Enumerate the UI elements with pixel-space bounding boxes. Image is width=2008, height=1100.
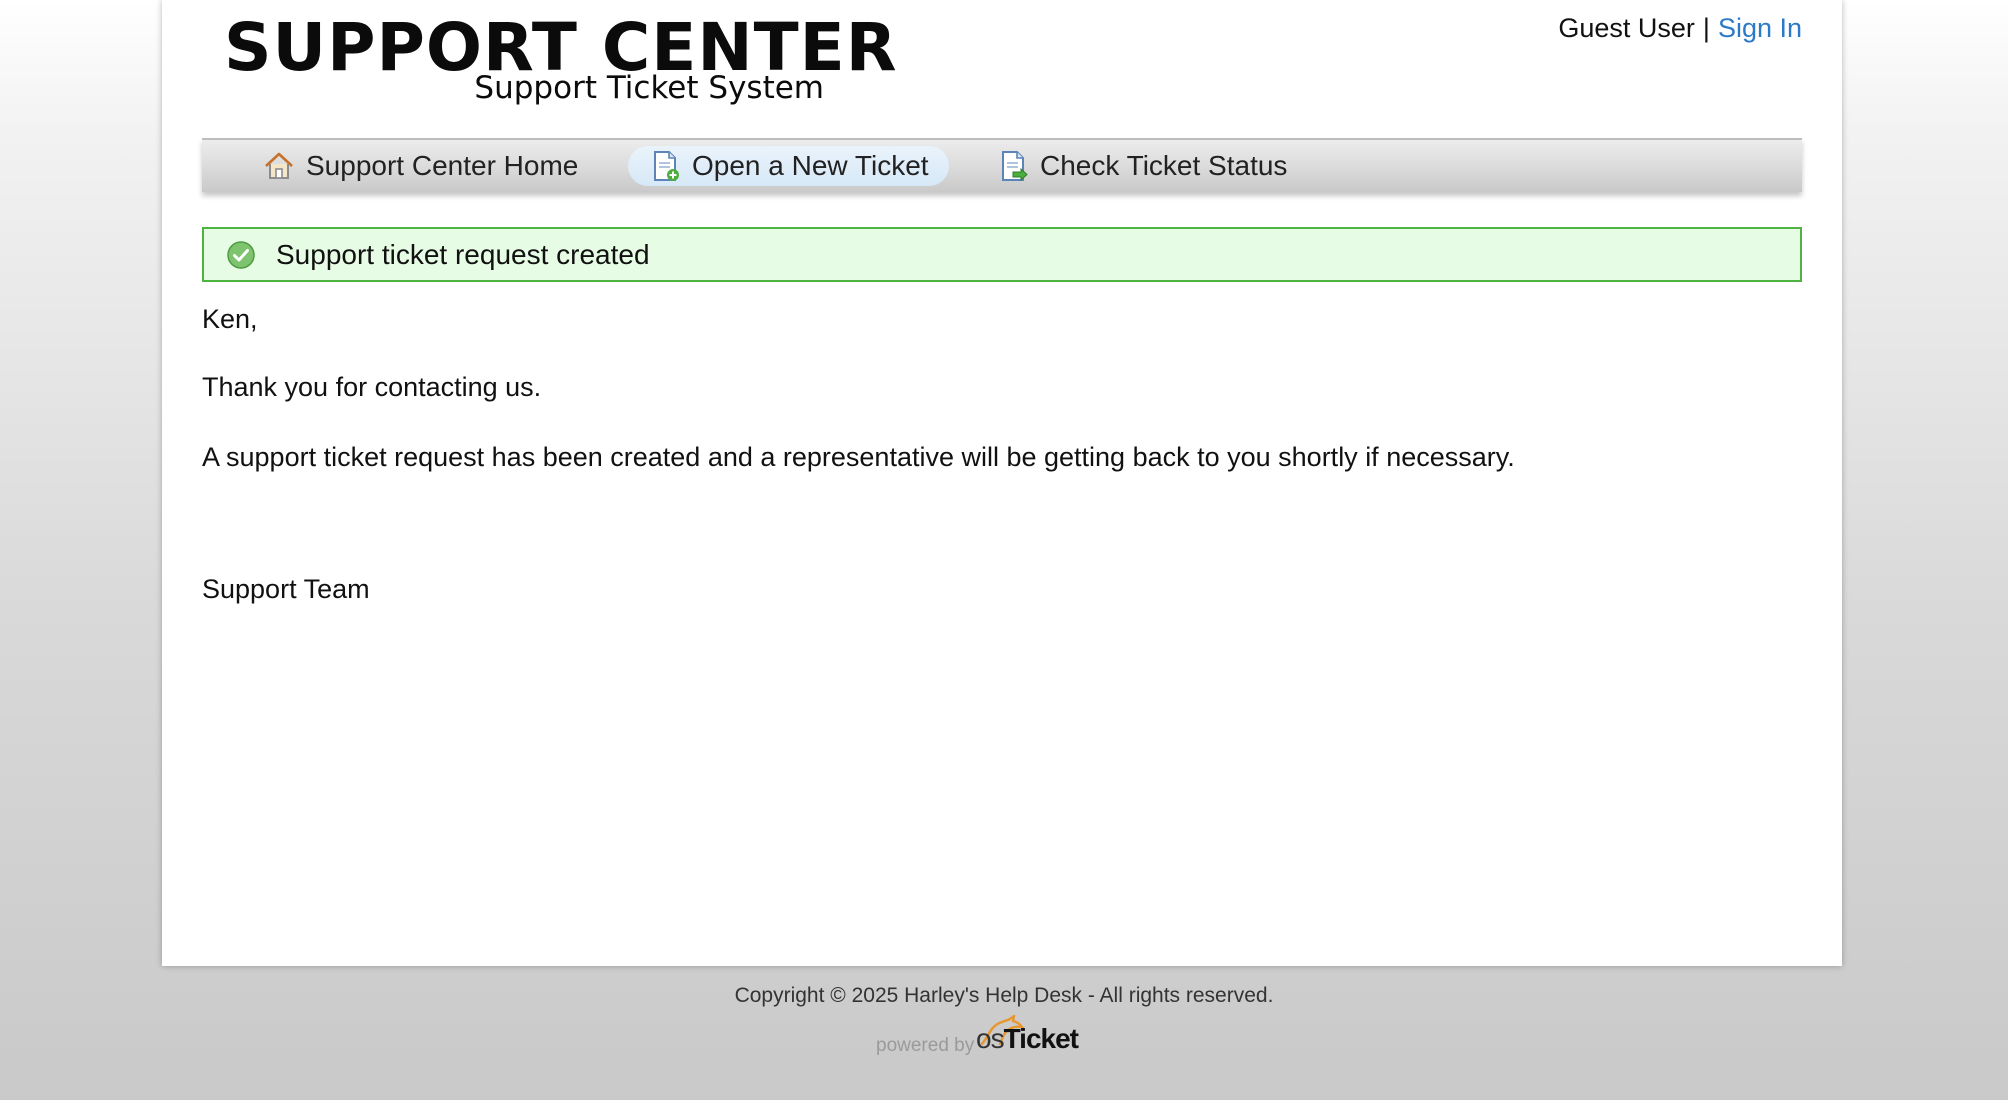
support-center-logo[interactable]: SUPPORT CENTER Support Ticket System [224, 8, 897, 108]
user-bar-separator: | [1702, 13, 1710, 43]
main-container: SUPPORT CENTER Support Ticket System Gue… [162, 0, 1842, 966]
copyright-text: Copyright © 2025 Harley's Help Desk - Al… [734, 984, 1274, 1007]
sign-in-link[interactable]: Sign In [1718, 13, 1802, 43]
thanks-text: Thank you for contacting us. [202, 372, 542, 402]
osticket-brand: osTicket [976, 1023, 1079, 1055]
success-check-icon [227, 241, 255, 269]
logo-subtitle: Support Ticket System [474, 70, 824, 106]
brand-prefix: os [976, 1023, 1005, 1054]
powered-by-text: powered by [876, 1035, 975, 1056]
user-bar: Guest User | Sign In [1558, 12, 1802, 44]
ticket-status-icon [1002, 150, 1028, 181]
nav-check-ticket-status[interactable]: Check Ticket Status [976, 146, 1307, 186]
notice-message: Support ticket request created [276, 239, 650, 270]
confirmation-body-text: A support ticket request has been create… [202, 442, 1515, 472]
home-icon [265, 152, 293, 179]
brand-name: Ticket [1003, 1023, 1079, 1054]
nav-support-center-home[interactable]: Support Center Home [242, 146, 598, 186]
signature-text: Support Team [202, 574, 370, 604]
new-ticket-icon [654, 150, 679, 181]
guest-user-label: Guest User [1558, 13, 1695, 43]
powered-by-osticket-link[interactable]: powered by osTicket [876, 1015, 1136, 1059]
nav-item-label: Open a New Ticket [692, 150, 929, 181]
main-nav: Support Center Home Open a New Ticket Ch… [202, 138, 1802, 192]
greeting-text: Ken, [202, 304, 258, 334]
success-notice: Support ticket request created [202, 227, 1802, 282]
nav-item-label: Check Ticket Status [1040, 150, 1288, 181]
nav-item-label: Support Center Home [306, 150, 579, 181]
nav-open-new-ticket[interactable]: Open a New Ticket [628, 146, 949, 186]
